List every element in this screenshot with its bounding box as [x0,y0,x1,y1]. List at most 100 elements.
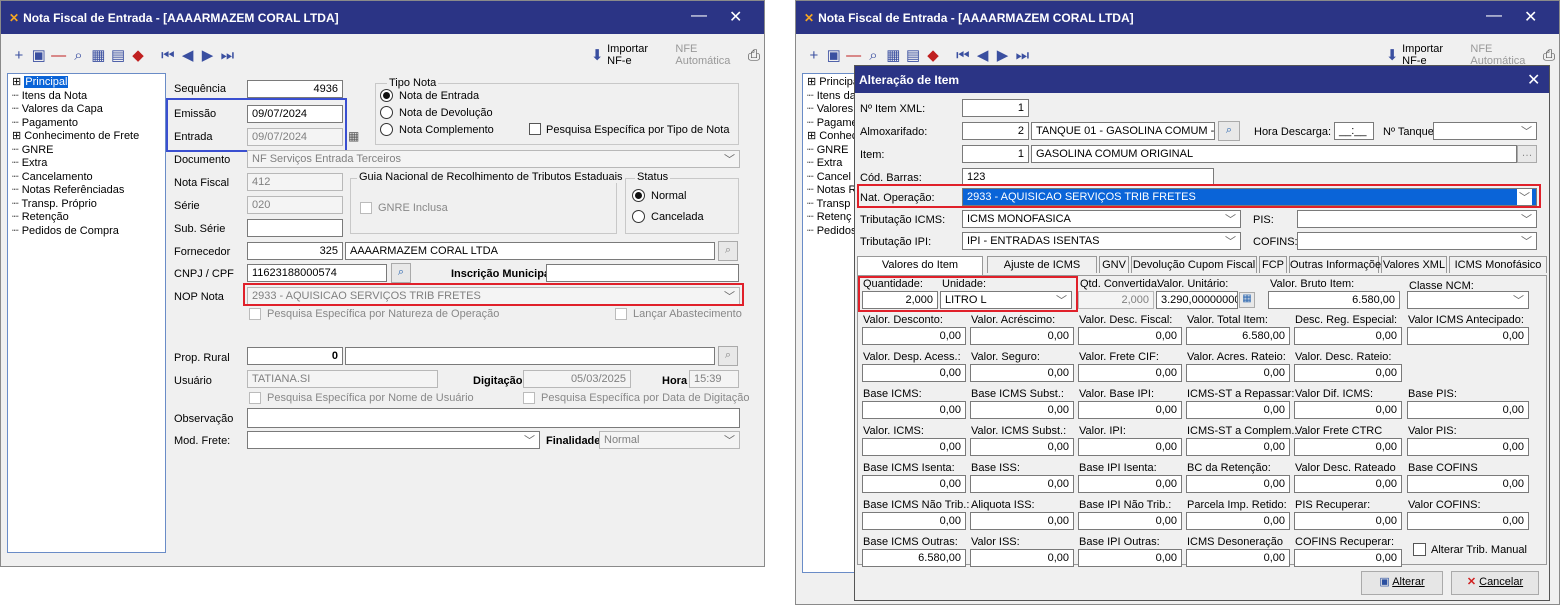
add-icon[interactable]: + [804,47,824,64]
trib-ipi-select[interactable]: IPI - ENTRADAS ISENTAS ﹀ [962,232,1241,250]
eraser-icon[interactable]: ◆ [923,46,943,64]
field-input[interactable]: 0,00 [970,364,1074,382]
close-button[interactable]: ✕ [1524,7,1537,27]
pesquisa-tipo-checkbox[interactable] [529,123,541,135]
dialog-close-button[interactable]: ✕ [1527,70,1540,90]
pesquisa-data-checkbox[interactable] [523,392,535,404]
tab-outras-informacoes[interactable]: Outras Informações [1289,256,1387,273]
field-input[interactable]: 0,00 [1078,327,1182,345]
unidade-select[interactable]: LITRO L ﹀ [940,291,1072,309]
serie-field[interactable]: 020 [247,196,343,214]
mod-frete-select[interactable]: ﹀ [247,431,540,449]
field-input[interactable]: 6.580,00 [1186,327,1290,345]
field-input[interactable]: 0,00 [970,475,1074,493]
tab-fcp[interactable]: FCP [1259,256,1287,273]
cofins-select[interactable]: ﹀ [1297,232,1537,250]
search-icon[interactable]: ⌕ [864,47,884,64]
nop-select[interactable]: 2933 - AQUISICAO SERVIÇOS TRIB FRETES ﹀ [247,287,740,305]
calculator-icon[interactable]: ▦ [1239,292,1255,308]
field-input[interactable]: 0,00 [1294,364,1402,382]
field-input[interactable]: 0,00 [1186,438,1290,456]
field-input[interactable]: 0,00 [1078,549,1182,567]
trib-icms-select[interactable]: ICMS MONOFASICA ﹀ [962,210,1241,228]
field-input[interactable]: 0,00 [1407,475,1529,493]
last-record-icon[interactable]: ⏭ [1012,47,1032,64]
sequencia-field[interactable]: 4936 [247,80,343,98]
first-record-icon[interactable]: ⏮ [953,47,973,64]
field-input[interactable]: 0,00 [862,512,966,530]
fornecedor-code-field[interactable]: 325 [247,242,343,260]
cod-barras-field[interactable]: 123 [962,168,1214,186]
finalidade-select[interactable]: Normal ﹀ [599,431,740,449]
nfe-auto-button[interactable]: NFE Automática [1470,43,1531,67]
prop-rural-search-icon[interactable]: ⌕ [718,346,738,366]
quantidade-field[interactable]: 2,000 [862,291,938,309]
qtd-convertida-field[interactable]: 2,000 [1078,291,1154,309]
field-input[interactable]: 0,00 [1078,512,1182,530]
grid-icon[interactable]: ▤ [903,46,923,64]
field-input[interactable]: 0,00 [1294,475,1402,493]
entrada-field[interactable]: 09/07/2024 [247,128,343,146]
lancar-abastecimento-checkbox[interactable] [615,308,627,320]
fornecedor-name-field[interactable]: AAAARMAZEM CORAL LTDA [345,242,715,260]
sub-serie-field[interactable] [247,219,343,237]
field-input[interactable]: 0,00 [1407,327,1529,345]
import-nfe-icon[interactable]: ⬇ [1382,46,1402,64]
field-input[interactable]: 0,00 [1294,327,1402,345]
field-input[interactable]: 0,00 [1294,549,1402,567]
field-input[interactable]: 0,00 [970,512,1074,530]
field-input[interactable]: 0,00 [970,401,1074,419]
field-input[interactable]: 0,00 [1407,438,1529,456]
field-input[interactable]: 0,00 [970,549,1074,567]
field-input[interactable]: 0,00 [970,438,1074,456]
radio-nota-complemento[interactable] [380,123,393,136]
prop-rural-name-field[interactable] [345,347,715,365]
pesquisa-natureza-checkbox[interactable] [249,308,261,320]
field-input[interactable]: 0,00 [1186,512,1290,530]
field-input[interactable]: 0,00 [1078,475,1182,493]
almoxarifado-search-icon[interactable]: ⌕ [1218,121,1240,141]
radio-status-normal[interactable] [632,189,645,202]
classe-ncm-select[interactable]: ﹀ [1407,291,1529,309]
almoxarifado-name-field[interactable]: TANQUE 01 - GASOLINA COMUM - 15.000 [1031,122,1215,140]
radio-nota-entrada[interactable] [380,89,393,102]
field-input[interactable]: 0,00 [1294,438,1402,456]
observacao-field[interactable] [247,408,740,428]
remove-icon[interactable]: — [844,47,864,64]
field-input[interactable]: 0,00 [1186,401,1290,419]
cnpj-field[interactable]: 11623188000574 [247,264,387,282]
tab-devolucao-cupom[interactable]: Devolução Cupom Fiscal [1131,256,1257,273]
next-record-icon[interactable]: ▶ [993,46,1013,64]
tab-valores-xml[interactable]: Valores XML [1381,256,1447,273]
gnre-inclusa-checkbox[interactable] [360,202,372,214]
prev-record-icon[interactable]: ◀ [973,46,993,64]
tab-icms-monofasico[interactable]: ICMS Monofásico [1449,256,1547,273]
item-code-field[interactable]: 1 [962,145,1029,163]
alterar-trib-manual-checkbox[interactable] [1413,543,1426,556]
inscricao-field[interactable] [546,264,739,282]
field-input[interactable]: 0,00 [862,438,966,456]
nat-operacao-select[interactable]: 2933 - AQUISICAO SERVIÇOS TRIB FRETES ﹀ [962,188,1537,206]
valor-bruto-field[interactable]: 6.580,00 [1268,291,1400,309]
tab-gnv[interactable]: GNV [1099,256,1129,273]
hora-descarga-field[interactable]: __:__ [1334,122,1374,140]
print-icon[interactable]: ⎙ [1539,47,1559,64]
nota-fiscal-field[interactable]: 412 [247,173,343,191]
field-input[interactable]: 0,00 [1407,401,1529,419]
field-input[interactable]: 0,00 [1294,401,1402,419]
pis-select[interactable]: ﹀ [1297,210,1537,228]
field-input[interactable]: 0,00 [862,401,966,419]
usuario-field[interactable]: TATIANA.SI [247,370,438,388]
field-input[interactable]: 0,00 [1186,549,1290,567]
n-item-xml-field[interactable]: 1 [962,99,1029,117]
prop-rural-code-field[interactable]: 0 [247,347,343,365]
cancelar-button[interactable]: ✕ Cancelar [1451,571,1539,595]
valor-unitario-field[interactable]: 3.290,00000000 [1156,291,1238,309]
calc-icon[interactable]: ▦ [883,46,903,64]
calendar-icon[interactable]: ▦ [348,129,359,143]
emissao-field[interactable]: 09/07/2024 [247,105,343,123]
field-input[interactable]: 0,00 [862,475,966,493]
tab-ajuste-icms[interactable]: Ajuste de ICMS [987,256,1097,273]
field-input[interactable]: 0,00 [862,327,966,345]
hora-field[interactable]: 15:39 [689,370,739,388]
